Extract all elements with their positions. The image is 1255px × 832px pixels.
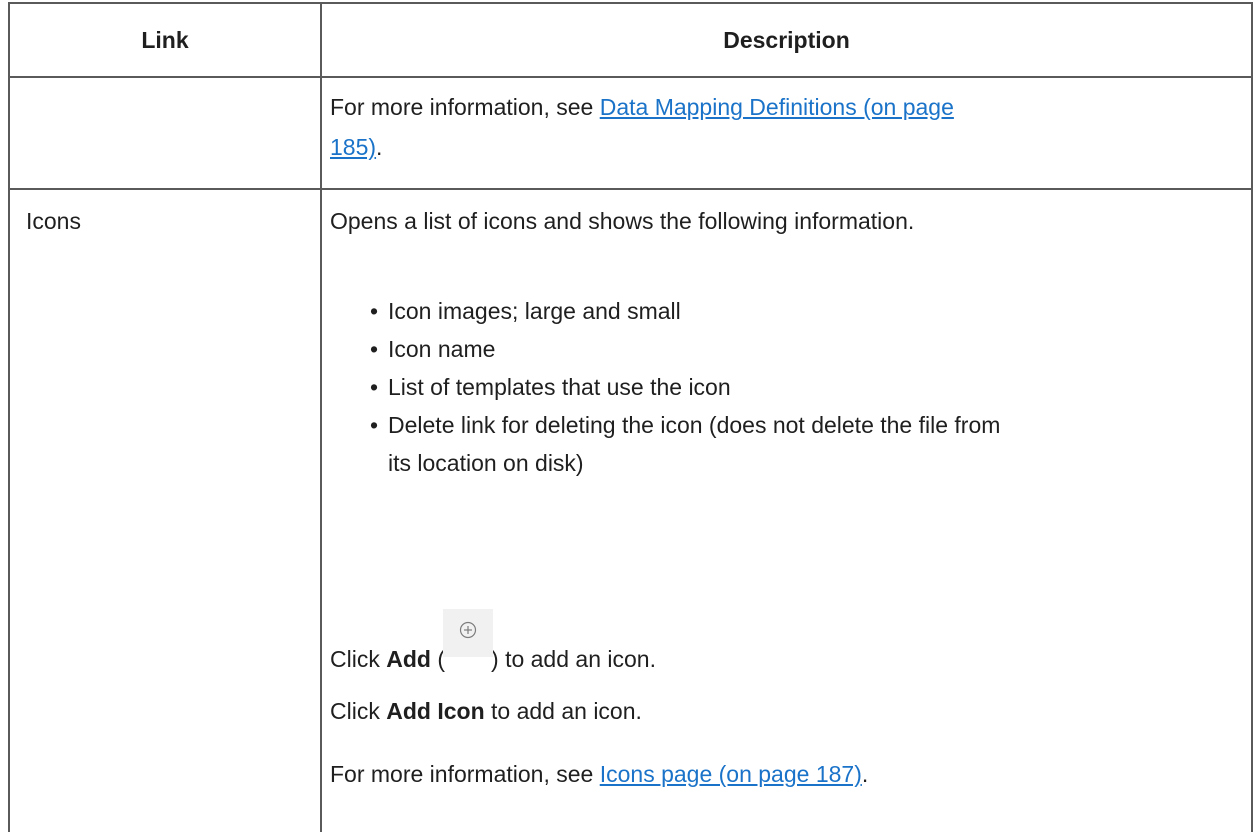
row1-suffix: . xyxy=(376,134,383,160)
header-description: Description xyxy=(723,26,850,53)
add-icon-label: Add Icon xyxy=(386,698,485,724)
header-row-divider xyxy=(10,76,1251,78)
data-mapping-definitions-link-page[interactable]: 185) xyxy=(330,134,376,160)
row2-link-cell: Icons xyxy=(26,208,81,234)
icon-info-list: • Icon images; large and small • Icon name… xyxy=(370,292,1000,482)
list-item: • Delete link for deleting the icon (does… xyxy=(370,406,1000,482)
list-item-continuation: its location on disk) xyxy=(388,450,584,476)
row1-description-line2: 185). xyxy=(330,128,382,166)
list-item: • Icon images; large and small xyxy=(370,298,681,324)
list-item: • Icon name xyxy=(370,336,496,362)
row-divider xyxy=(10,188,1251,190)
column-divider xyxy=(320,4,322,832)
icons-page-link[interactable]: Icons page (on page 187) xyxy=(600,761,862,787)
row1-more-prefix: For more information, see xyxy=(330,94,600,120)
list-item: • List of templates that use the icon xyxy=(370,374,731,400)
plus-circle-icon xyxy=(443,609,494,657)
header-link: Link xyxy=(141,26,189,53)
add-label: Add xyxy=(386,646,431,672)
data-mapping-definitions-link[interactable]: Data Mapping Definitions (on page xyxy=(600,94,954,120)
add-icon-instruction: Click Add Icon to add an icon. xyxy=(330,698,642,724)
row1-description-line1: For more information, see Data Mapping D… xyxy=(330,88,954,126)
row2-intro: Opens a list of icons and shows the foll… xyxy=(330,208,915,234)
add-instruction: Click Add () to add an icon. xyxy=(330,609,656,678)
row2-more-info: For more information, see Icons page (on… xyxy=(330,761,869,787)
